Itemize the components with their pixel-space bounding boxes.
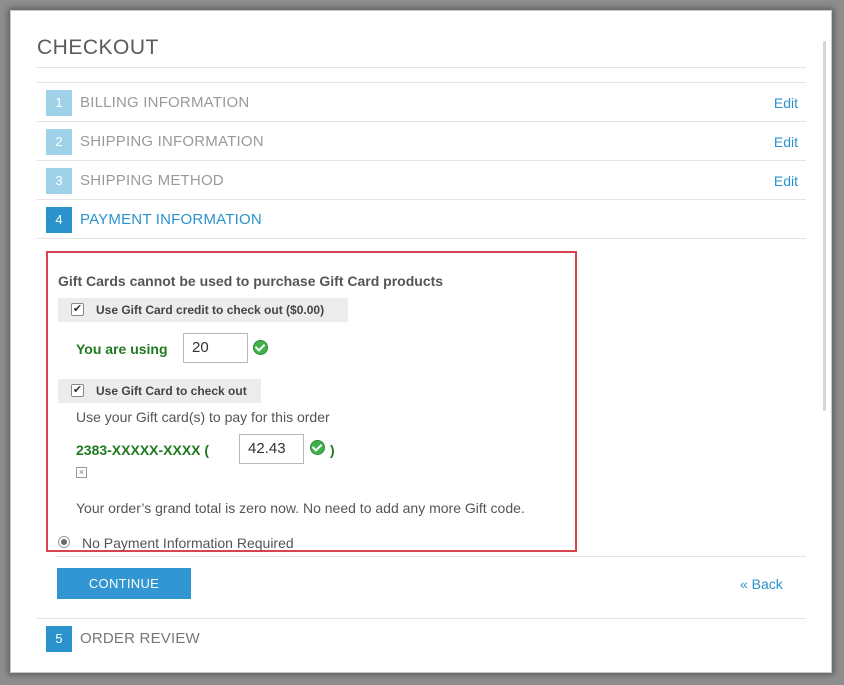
divider xyxy=(37,238,806,239)
credit-amount-input[interactable]: 20 xyxy=(183,333,248,363)
step-label: BILLING INFORMATION xyxy=(80,94,250,111)
step-label: ORDER REVIEW xyxy=(80,630,200,647)
divider xyxy=(37,199,806,200)
divider xyxy=(37,82,806,83)
remove-gift-card-icon[interactable]: × xyxy=(76,467,87,478)
check-circle-icon xyxy=(310,440,325,455)
divider xyxy=(37,160,806,161)
gift-credit-label: Use Gift Card credit to check out ($0.00… xyxy=(96,303,325,317)
divider xyxy=(37,618,806,619)
payment-method-radio[interactable] xyxy=(58,536,70,548)
gift-card-hint: Use your Gift card(s) to pay for this or… xyxy=(76,409,330,425)
gift-card-panel: Gift Cards cannot be used to purchase Gi… xyxy=(46,251,577,552)
step-payment: 4 PAYMENT INFORMATION xyxy=(46,207,806,233)
edit-billing-link[interactable]: Edit xyxy=(774,95,798,111)
payment-method-label: No Payment Information Required xyxy=(82,535,294,551)
gift-card-label: Use Gift Card to check out xyxy=(96,384,247,398)
step-label: SHIPPING INFORMATION xyxy=(80,133,264,150)
step-shipping-method[interactable]: 3 SHIPPING METHOD Edit xyxy=(46,168,806,194)
step-number: 1 xyxy=(46,90,72,116)
gift-card-notice: Gift Cards cannot be used to purchase Gi… xyxy=(58,273,444,289)
step-label: PAYMENT INFORMATION xyxy=(80,211,262,228)
continue-button[interactable]: CONTINUE xyxy=(57,568,191,599)
edit-shipping-method-link[interactable]: Edit xyxy=(774,173,798,189)
gift-card-code-close: ) xyxy=(330,442,335,458)
step-number: 5 xyxy=(46,626,72,652)
step-number: 2 xyxy=(46,129,72,155)
step-number: 3 xyxy=(46,168,72,194)
check-circle-icon xyxy=(253,340,268,355)
checkout-window: CHECKOUT 1 BILLING INFORMATION Edit 2 SH… xyxy=(10,10,832,673)
divider xyxy=(55,556,806,557)
gift-credit-option[interactable]: ✔ Use Gift Card credit to check out ($0.… xyxy=(58,298,348,322)
edit-shipping-link[interactable]: Edit xyxy=(774,134,798,150)
step-shipping-info[interactable]: 2 SHIPPING INFORMATION Edit xyxy=(46,129,806,155)
gift-card-option[interactable]: ✔ Use Gift Card to check out xyxy=(58,379,261,403)
step-order-review[interactable]: 5 ORDER REVIEW xyxy=(46,626,806,652)
zero-total-message: Your order’s grand total is zero now. No… xyxy=(76,500,525,516)
gift-card-amount-input[interactable]: 42.43 xyxy=(239,434,304,464)
you-are-using-label: You are using xyxy=(76,341,168,357)
divider xyxy=(37,121,806,122)
divider xyxy=(37,67,806,68)
step-billing[interactable]: 1 BILLING INFORMATION Edit xyxy=(46,90,806,116)
step-number: 4 xyxy=(46,207,72,233)
gift-credit-checkbox[interactable]: ✔ xyxy=(71,303,84,316)
page-title: CHECKOUT xyxy=(37,36,159,59)
gift-card-checkbox[interactable]: ✔ xyxy=(71,384,84,397)
step-label: SHIPPING METHOD xyxy=(80,172,224,189)
gift-card-code: 2383-XXXXX-XXXX ( xyxy=(76,442,210,458)
scrollbar[interactable] xyxy=(823,41,826,411)
back-link[interactable]: « Back xyxy=(740,576,783,592)
